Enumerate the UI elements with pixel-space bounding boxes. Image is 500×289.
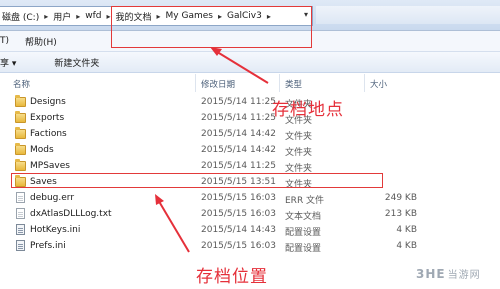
arrow-to-path: [213, 49, 269, 84]
annotation-arrows: [155, 47, 269, 253]
annotation-location: 存档地点: [272, 100, 344, 120]
watermark: 3HE 当游网: [416, 266, 481, 281]
annotation-position: 存档位置: [196, 267, 268, 287]
watermark-logo: 3HE: [416, 267, 446, 281]
watermark-text: 当游网: [447, 270, 481, 281]
arrow-to-saves: [156, 197, 190, 253]
